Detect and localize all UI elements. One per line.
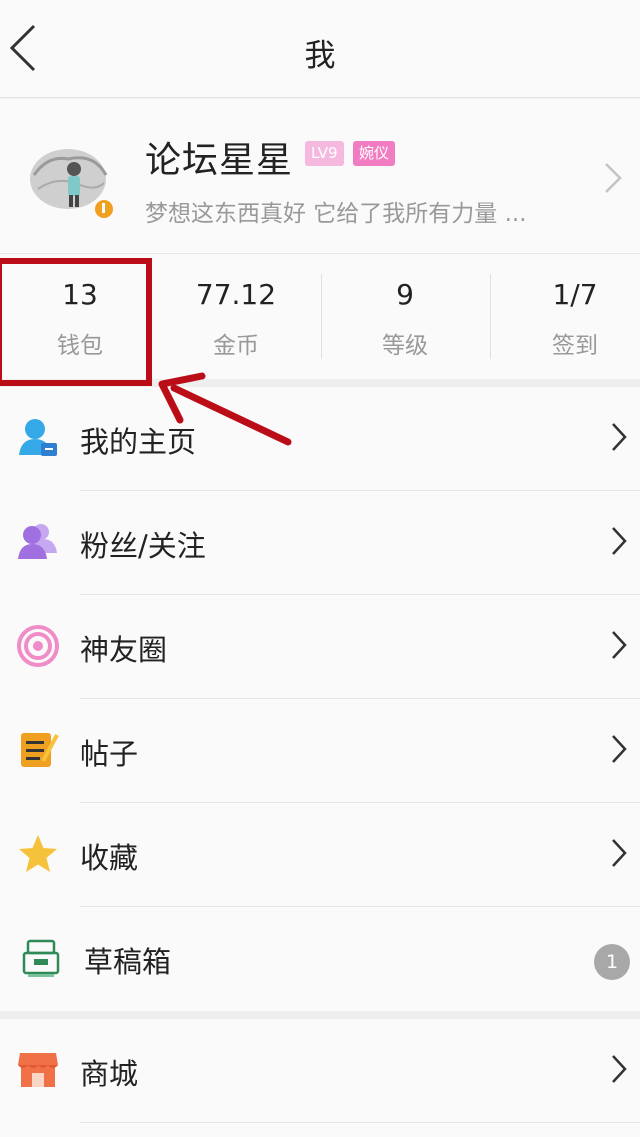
- stat-label: 签到: [552, 333, 598, 359]
- menu-list-2: 商城: [0, 1019, 640, 1137]
- chevron-right-icon: [612, 1055, 627, 1083]
- stat-value: 9: [396, 278, 414, 311]
- top-bar: 我: [0, 0, 640, 98]
- stat-checkin[interactable]: 1/7 签到: [495, 254, 640, 379]
- stat-coins[interactable]: 77.12 金币: [156, 254, 316, 379]
- title-badge: 婉仪: [353, 141, 396, 166]
- chevron-right-icon: [612, 735, 627, 763]
- signature: 梦想这东西真好 它给了我所有力量 ...: [145, 201, 527, 227]
- stat-level[interactable]: 9 等级: [325, 254, 485, 379]
- posts-icon: [21, 733, 59, 767]
- menu-item-homepage[interactable]: 我的主页: [0, 387, 640, 491]
- menu-label: 粉丝/关注: [80, 529, 206, 563]
- menu-item-favorites[interactable]: 收藏: [0, 803, 640, 907]
- avatar[interactable]: [28, 145, 116, 219]
- stat-label: 金币: [213, 333, 259, 359]
- drafts-count-badge: 1: [594, 944, 630, 980]
- section-separator: [0, 1011, 640, 1019]
- row-divider: [80, 1122, 640, 1123]
- stat-value: 13: [62, 278, 98, 311]
- profile-card[interactable]: 论坛星星 LV9 婉仪 梦想这东西真好 它给了我所有力量 ...: [0, 99, 640, 254]
- menu-label: 收藏: [80, 841, 139, 875]
- stat-label: 等级: [382, 333, 428, 359]
- menu-item-drafts[interactable]: 草稿箱 1: [0, 907, 640, 1011]
- stat-value: 77.12: [195, 278, 277, 311]
- user-icon: [19, 419, 57, 456]
- chevron-right-icon: [612, 839, 627, 867]
- chevron-right-icon: [612, 423, 627, 451]
- store-icon: [18, 1053, 58, 1087]
- username: 论坛星星: [145, 140, 294, 181]
- stat-value: 1/7: [552, 278, 598, 311]
- drafts-box-icon: [22, 939, 60, 977]
- star-icon: [19, 835, 57, 872]
- menu-list: 我的主页 粉丝/关注 神友圈 帖子 收藏 草稿箱 1: [0, 387, 640, 1011]
- divider: [321, 274, 322, 359]
- circle-icon: [17, 625, 59, 667]
- fans-icon: [18, 524, 57, 559]
- menu-label: 商城: [80, 1057, 139, 1091]
- chevron-right-icon: [612, 631, 627, 659]
- divider: [490, 274, 491, 359]
- menu-label: 神友圈: [80, 633, 168, 667]
- chevron-right-icon: [605, 163, 622, 193]
- menu-item-circle[interactable]: 神友圈: [0, 595, 640, 699]
- menu-item-posts[interactable]: 帖子: [0, 699, 640, 803]
- menu-label: 草稿箱: [84, 945, 172, 979]
- stat-wallet[interactable]: 13 钱包: [0, 254, 160, 379]
- page-title: 我: [304, 38, 336, 74]
- menu-label: 我的主页: [80, 425, 197, 459]
- chevron-right-icon: [612, 527, 627, 555]
- menu-item-store[interactable]: 商城: [0, 1019, 640, 1123]
- menu-label: 帖子: [80, 737, 139, 771]
- level-badge: LV9: [305, 141, 344, 166]
- stats-bar: 13 钱包 77.12 金币 9 等级 1/7 签到: [0, 254, 640, 379]
- stat-label: 钱包: [57, 333, 103, 359]
- menu-item-fans[interactable]: 粉丝/关注: [0, 491, 640, 595]
- section-separator: [0, 379, 640, 387]
